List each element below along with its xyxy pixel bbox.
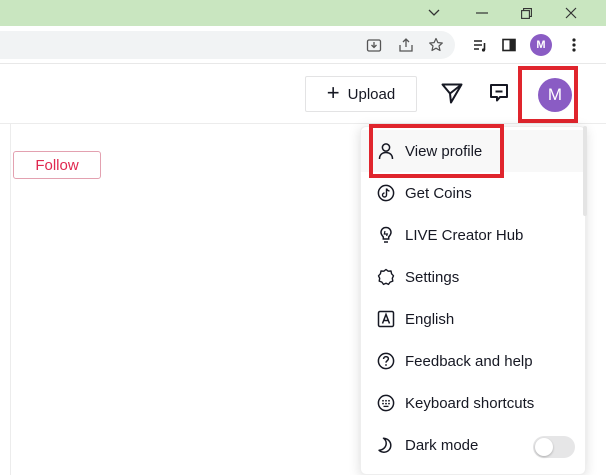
menu-item-keyboard-shortcuts[interactable]: Keyboard shortcuts <box>361 382 587 424</box>
menu-item-live-creator-hub[interactable]: LIVE Creator Hub <box>361 214 587 256</box>
upload-label: Upload <box>347 85 396 103</box>
menu-item-label: Keyboard shortcuts <box>405 394 535 412</box>
profile-dropdown-menu: View profile Get Coins LIVE Creator Hub … <box>360 126 587 475</box>
help-icon <box>375 350 397 372</box>
menu-item-label: English <box>405 310 455 328</box>
window-titlebar <box>0 0 606 26</box>
dark-mode-toggle[interactable] <box>533 436 575 458</box>
star-icon[interactable] <box>424 26 448 64</box>
toggle-knob <box>535 438 553 456</box>
browser-profile-avatar[interactable]: M <box>529 26 553 64</box>
menu-item-get-coins[interactable]: Get Coins <box>361 172 587 214</box>
menu-item-settings[interactable]: Settings <box>361 256 587 298</box>
avatar-small: M <box>530 34 552 56</box>
upload-button[interactable]: + Upload <box>305 76 417 112</box>
minimize-icon[interactable] <box>467 0 497 26</box>
plus-icon: + <box>326 80 340 105</box>
sidepanel-icon[interactable] <box>497 26 521 64</box>
menu-item-label: Settings <box>405 268 460 286</box>
inbox-icon[interactable] <box>484 78 514 108</box>
follow-button[interactable]: Follow <box>13 151 101 179</box>
playlist-icon[interactable] <box>468 26 492 64</box>
send-icon[interactable] <box>437 78 467 108</box>
gear-icon <box>375 266 397 288</box>
coin-icon <box>375 182 397 204</box>
download-icon[interactable] <box>362 26 386 64</box>
address-bar[interactable] <box>0 31 455 59</box>
profile-avatar-highlight <box>518 66 578 123</box>
close-icon[interactable] <box>556 0 586 26</box>
menu-item-label: LIVE Creator Hub <box>405 226 524 244</box>
keyboard-icon <box>375 392 397 414</box>
kebab-menu-icon[interactable] <box>562 26 586 64</box>
menu-scrollbar[interactable] <box>583 126 587 216</box>
browser-toolbar: M <box>0 26 606 64</box>
chevron-down-icon[interactable] <box>419 0 449 26</box>
language-icon <box>375 308 397 330</box>
menu-item-feedback[interactable]: Feedback and help <box>361 340 587 382</box>
restore-icon[interactable] <box>511 0 541 26</box>
view-profile-highlight <box>369 124 504 178</box>
site-header: + Upload <box>0 64 606 124</box>
menu-item-label: Dark mode <box>405 436 479 454</box>
menu-item-dark-mode[interactable]: Dark mode <box>361 424 587 466</box>
menu-item-label: Get Coins <box>405 184 472 202</box>
lightbulb-icon <box>375 224 397 246</box>
menu-item-label: Feedback and help <box>405 352 533 370</box>
content-divider <box>10 124 11 475</box>
share-icon[interactable] <box>394 26 418 64</box>
moon-icon <box>375 434 397 456</box>
menu-item-english[interactable]: English <box>361 298 587 340</box>
